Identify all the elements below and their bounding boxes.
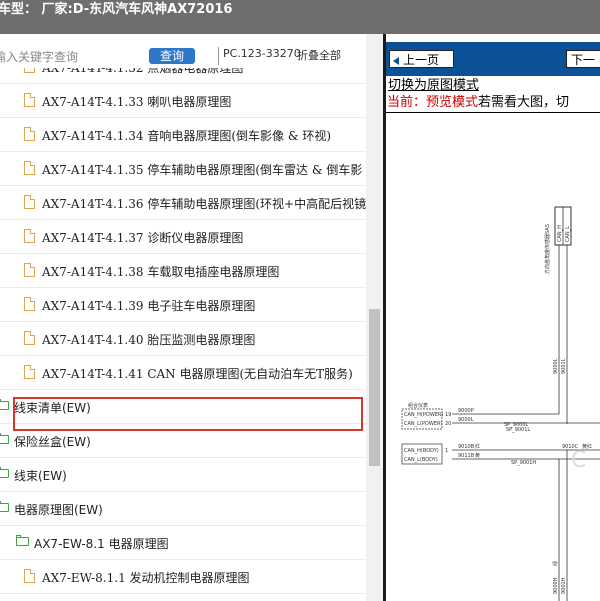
tree-scrollbar[interactable] bbox=[366, 34, 383, 601]
tree-item-label: AX7-EW-8.1 电器原理图 bbox=[34, 537, 169, 551]
tree-file-item[interactable]: AX7-A14T-4.1.34 音响电器原理图(倒车影像 & 环视) bbox=[0, 118, 366, 152]
sas-module-label: 方向盘角度传感器SAS bbox=[544, 224, 551, 274]
file-icon bbox=[24, 263, 35, 277]
diagram-top-rule bbox=[386, 112, 600, 113]
tree-file-item[interactable]: AX7-A14T-4.1.39 电子驻车电器原理图 bbox=[0, 288, 366, 322]
vert-can-l-label: CAN_L bbox=[565, 226, 571, 242]
tree-folder-item[interactable]: AX7-EW-8.1 电器原理图 bbox=[0, 526, 366, 560]
wire-9010b-label: 9010B bbox=[458, 444, 475, 450]
file-icon bbox=[24, 331, 35, 345]
folder-icon bbox=[16, 535, 29, 546]
color-red-label: 红 bbox=[475, 443, 480, 450]
pin-19-label: 19 bbox=[445, 412, 451, 418]
tree-file-item[interactable]: AX7-A14T-4.1.36 停车辅助电器原理图(环视+中高配后视镜 bbox=[0, 186, 366, 220]
mode-status: 当前：预览模式若需看大图，切 bbox=[387, 91, 569, 110]
tree-item-label: AX7-A14T-4.1.37 诊断仪电器原理图 bbox=[42, 231, 244, 245]
wire-sp9001l-label: SP_9001L bbox=[506, 427, 530, 433]
vert-can-h-label: CAN_H bbox=[557, 225, 563, 242]
separator bbox=[218, 47, 219, 65]
pin-1-label: 1 bbox=[445, 448, 448, 454]
tree-item-label: AX7-EW-8.1.1 发动机控制电器原理图 bbox=[42, 571, 250, 585]
tree-item-label: AX7-A14T-4.1.34 音响电器原理图(倒车影像 & 环视) bbox=[42, 129, 332, 143]
tree-file-item[interactable]: AX7-A14T-4.1.41 CAN 电器原理图(无自动泊车无T服务) bbox=[0, 356, 366, 390]
folder-icon bbox=[0, 399, 9, 410]
folder-icon bbox=[0, 501, 9, 512]
wire-sp9001h-label: SP_9001H bbox=[511, 460, 536, 466]
can-wiring-diagram[interactable]: CAN_H CAN_L 方向盘角度传感器SAS 9000L 9001L 组合仪表… bbox=[386, 114, 600, 601]
color-green-vertical: 绿 bbox=[552, 561, 559, 566]
tree-item-label: AX7-A14T-4.1.40 胎压监测电器原理图 bbox=[42, 333, 256, 347]
page-nav-bar: 上一页 下一 bbox=[386, 42, 600, 76]
wire-9001h-vertical: 9001H bbox=[561, 577, 567, 594]
tree-item-label: 电器原理图(EW) bbox=[14, 503, 103, 517]
wire-9000l-vertical: 9000L bbox=[553, 358, 559, 374]
vehicle-title: 车型： 厂家:D-东风汽车风神AX72016 bbox=[0, 2, 233, 17]
tree-item-label: AX7-A14T-4.1.36 停车辅助电器原理图(环视+中高配后视镜 bbox=[42, 197, 366, 211]
tree-item-label: 线束(EW) bbox=[14, 469, 67, 483]
wire-9011b-label: 9011B bbox=[458, 453, 475, 459]
file-icon bbox=[24, 93, 35, 107]
file-icon bbox=[24, 127, 35, 141]
file-icon bbox=[24, 297, 35, 311]
color-yellow-label: 黄 bbox=[475, 452, 480, 459]
tree-item-label: AX7-A14T-4.1.38 车载取电插座电器原理图 bbox=[42, 265, 280, 279]
tree-file-item[interactable]: AX7-A14T-4.1.40 胎压监测电器原理图 bbox=[0, 322, 366, 356]
row-divider bbox=[0, 593, 366, 594]
tree-item-label: AX7-A14T-4.1.35 停车辅助电器原理图(倒车雷达 & 倒车影 bbox=[42, 163, 363, 177]
wire-9000p-label: 9000P bbox=[458, 408, 474, 414]
prev-page-label: 上一页 bbox=[403, 53, 440, 67]
cluster-label: 组合仪表 bbox=[408, 402, 428, 409]
folder-icon bbox=[0, 433, 9, 444]
tree-folder-item[interactable]: 线束(EW) bbox=[0, 458, 366, 492]
tree-file-item[interactable]: AX7-A14T-4.1.33 喇叭电器原理图 bbox=[0, 84, 366, 118]
wire-9000h-vertical: 9000H bbox=[553, 577, 559, 594]
can-h-body-label: CAN_H(BODY) bbox=[404, 448, 439, 454]
tree-file-item[interactable]: AX7-A14T-4.1.35 停车辅助电器原理图(倒车雷达 & 倒车影 bbox=[0, 152, 366, 186]
query-button[interactable]: 查询 bbox=[149, 48, 195, 64]
wire-9000l-label: 9000L bbox=[458, 417, 474, 423]
tree-item-label: 保险丝盒(EW) bbox=[14, 435, 91, 449]
can-l-body-label: CAN_L(BODY) bbox=[404, 457, 438, 463]
can-l-power-label: CAN_L(POWER) bbox=[404, 421, 442, 427]
tree-file-item[interactable]: AX7-A14T-4.1.37 诊断仪电器原理图 bbox=[0, 220, 366, 254]
tree-item-label: AX7-A14T-4.1.41 CAN 电器原理图(无自动泊车无T服务) bbox=[42, 367, 353, 381]
file-icon bbox=[24, 569, 35, 583]
tree-item-label: AX7-A14T-4.1.33 喇叭电器原理图 bbox=[42, 95, 232, 109]
tree-folder-item[interactable]: 电器原理图(EW) bbox=[0, 492, 366, 526]
search-input[interactable] bbox=[0, 48, 134, 66]
next-page-button[interactable]: 下一 bbox=[566, 50, 600, 68]
mode-prefix: 当前：预览模式 bbox=[387, 95, 479, 110]
viewer-panel: 上一页 下一 切换为原图模式 当前：预览模式若需看大图，切 CAN_H CAN_… bbox=[383, 34, 600, 601]
tree-file-item[interactable]: AX7-A14T-4.1.38 车载取电插座电器原理图 bbox=[0, 254, 366, 288]
document-tree: AX7-A14T-4.1.32 点烟器电器原理图 AX7-A14T-4.1.33 … bbox=[0, 68, 366, 601]
top-bar: 车型： 厂家:D-东风汽车风神AX72016 bbox=[0, 0, 600, 34]
arrow-left-icon bbox=[393, 56, 399, 65]
tree-file-item[interactable]: AX7-EW-8.1.1 发动机控制电器原理图 bbox=[0, 560, 366, 594]
file-icon bbox=[24, 229, 35, 243]
selected-item-highlight bbox=[13, 397, 363, 431]
tree-file-item[interactable]: AX7-A14T-4.1.32 点烟器电器原理图 bbox=[0, 68, 366, 84]
pc-code: PC.123-33270 bbox=[223, 47, 301, 60]
wire-9001l-vertical: 9001L bbox=[561, 358, 567, 374]
file-icon bbox=[24, 68, 35, 73]
can-h-power-label: CAN_H(POWER) bbox=[404, 412, 443, 418]
tree-item-label: AX7-A14T-4.1.32 点烟器电器原理图 bbox=[42, 68, 244, 75]
folder-icon bbox=[0, 467, 9, 478]
prev-page-button[interactable]: 上一页 bbox=[389, 50, 454, 68]
mode-hint: 若需看大图，切 bbox=[478, 95, 570, 110]
watermark: C bbox=[571, 448, 586, 473]
file-icon bbox=[24, 161, 35, 175]
file-icon bbox=[24, 365, 35, 379]
collapse-all-link[interactable]: 折叠全部 bbox=[297, 47, 341, 63]
tree-item-label: AX7-A14T-4.1.39 电子驻车电器原理图 bbox=[42, 299, 256, 313]
pin-20-label: 20 bbox=[445, 421, 451, 427]
left-panel: 查询 PC.123-33270 折叠全部 AX7-A14T-4.1.32 点烟器… bbox=[0, 34, 383, 601]
scrollbar-thumb[interactable] bbox=[369, 309, 380, 466]
file-icon bbox=[24, 195, 35, 209]
next-page-label: 下一 bbox=[571, 53, 596, 67]
